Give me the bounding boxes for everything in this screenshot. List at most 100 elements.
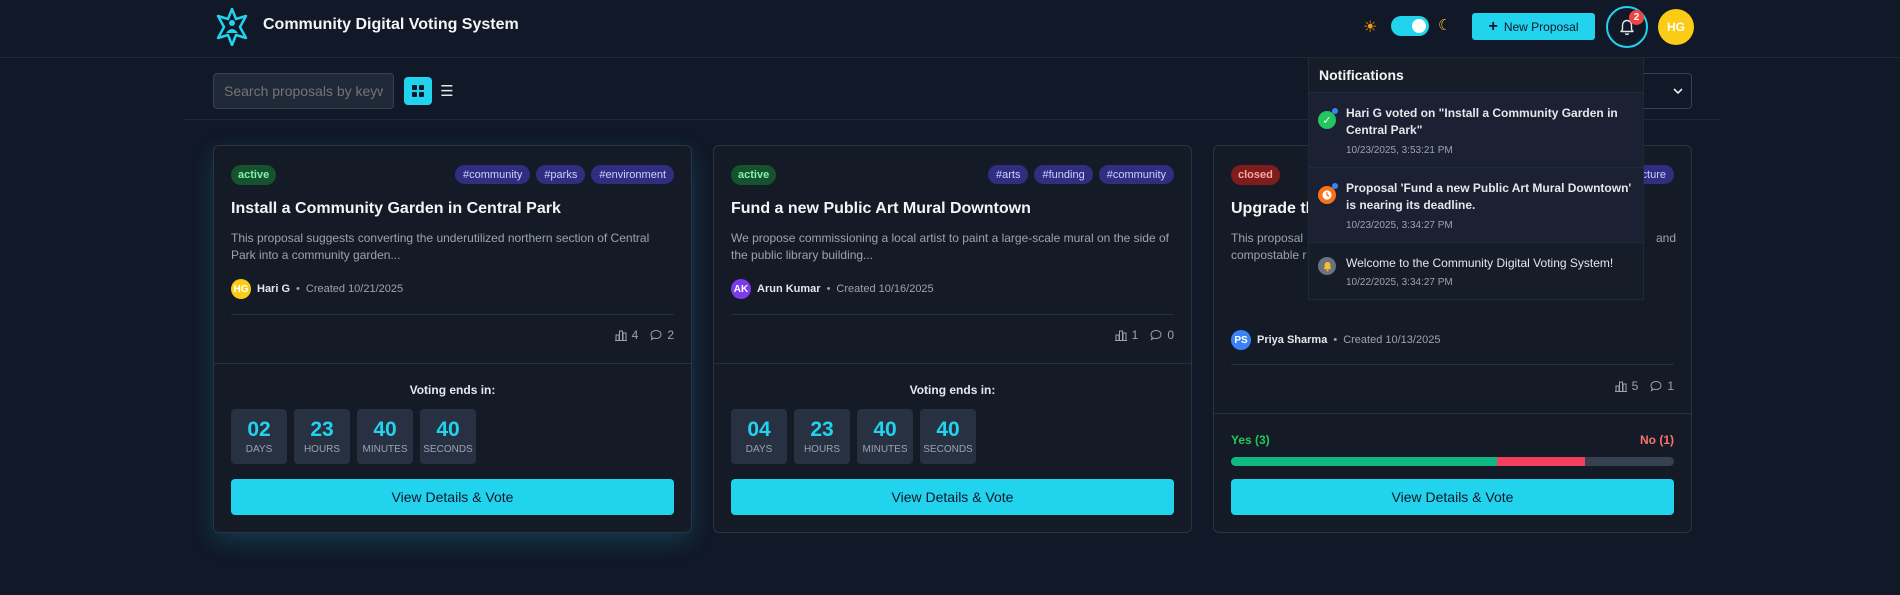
new-proposal-label: New Proposal: [1503, 19, 1579, 34]
sort-select[interactable]: [1640, 73, 1692, 109]
author-avatar: AK: [731, 279, 751, 299]
notifications-panel: Notifications ✓ Hari G voted on "Install…: [1308, 58, 1644, 300]
countdown-unit: HOURS: [803, 444, 841, 455]
no-bar-fill: [1496, 457, 1586, 466]
proposal-title[interactable]: Install a Community Garden in Central Pa…: [231, 200, 561, 218]
created-date: Created 10/21/2025: [305, 283, 404, 295]
countdown-unit: MINUTES: [862, 444, 908, 455]
yes-count: Yes (3): [1231, 433, 1270, 447]
author-avatar: PS: [1231, 330, 1251, 350]
chevron-down-icon: [1673, 88, 1683, 94]
notification-time: 10/23/2025, 3:53:21 PM: [1346, 145, 1453, 156]
tag[interactable]: #community: [1098, 165, 1174, 184]
list-icon: ☰: [440, 83, 454, 100]
comment-count: 0: [1150, 328, 1174, 342]
view-details-vote-button[interactable]: View Details & Vote: [231, 479, 674, 515]
moon-icon: ☾: [1438, 17, 1452, 34]
new-proposal-button[interactable]: + New Proposal: [1472, 13, 1595, 40]
notification-item[interactable]: Proposal 'Fund a new Public Art Mural Do…: [1309, 167, 1643, 242]
status-badge: closed: [1231, 165, 1280, 185]
app-logo-icon[interactable]: [215, 8, 249, 46]
tag-list: #arts #funding #community: [988, 165, 1174, 184]
unread-dot: [1332, 183, 1338, 189]
countdown-value: 02: [247, 418, 271, 441]
notification-count-badge: 2: [1629, 10, 1644, 25]
proposal-meta: PS Priya Sharma • Created 10/13/2025: [1231, 330, 1440, 350]
app-header: Community Digital Voting System ☀ ☾ + Ne…: [0, 0, 1900, 58]
plus-icon: +: [1488, 17, 1498, 35]
user-avatar[interactable]: HG: [1658, 9, 1694, 45]
proposal-title[interactable]: Fund a new Public Art Mural Downtown: [731, 200, 1031, 218]
notification-time: 10/23/2025, 3:34:27 PM: [1346, 220, 1453, 231]
view-details-vote-button[interactable]: View Details & Vote: [731, 479, 1174, 515]
card-section-divider: [714, 363, 1191, 364]
comment-count-value: 1: [1667, 379, 1674, 393]
tag[interactable]: #parks: [536, 165, 586, 184]
countdown-days: 04 DAYS: [731, 409, 787, 464]
vote-count: 5: [1614, 379, 1639, 393]
card-divider: [231, 314, 674, 315]
countdown-value: 40: [936, 418, 960, 441]
created-date: Created 10/16/2025: [836, 283, 934, 295]
grid-view-button[interactable]: [404, 77, 432, 105]
list-view-button[interactable]: ☰: [433, 77, 461, 105]
author-name: Priya Sharma: [1257, 334, 1328, 346]
status-badge: active: [231, 165, 277, 185]
notification-item[interactable]: ✓ Hari G voted on "Install a Community G…: [1309, 92, 1643, 167]
search-input[interactable]: [213, 73, 394, 109]
tag[interactable]: #funding: [1034, 165, 1093, 184]
bar-chart-icon: [614, 330, 627, 341]
status-badge: active: [731, 165, 777, 185]
proposal-title[interactable]: Upgrade th: [1231, 200, 1315, 218]
countdown-unit: SECONDS: [923, 444, 973, 455]
vote-count-value: 5: [1631, 379, 1639, 393]
yes-bar-fill: [1231, 457, 1497, 466]
countdown-value: 40: [373, 418, 397, 441]
comment-count-value: 0: [1167, 328, 1174, 342]
view-details-vote-button[interactable]: View Details & Vote: [1231, 479, 1674, 515]
card-divider: [731, 314, 1174, 315]
vote-count: 4: [614, 328, 638, 342]
bar-chart-icon: [1114, 330, 1127, 341]
proposal-stats: 1 0: [1114, 328, 1174, 342]
created-date: Created 10/13/2025: [1343, 334, 1441, 346]
meta-separator: •: [826, 283, 831, 295]
vote-count: 1: [1114, 328, 1139, 342]
meta-separator: •: [296, 283, 300, 295]
theme-toggle[interactable]: [1391, 16, 1429, 36]
meta-separator: •: [1333, 334, 1338, 346]
notification-time: 10/22/2025, 3:34:27 PM: [1346, 277, 1453, 288]
no-count: No (1): [1640, 433, 1674, 447]
countdown: 02 DAYS 23 HOURS 40 MINUTES 40 SECONDS: [231, 409, 476, 464]
tag[interactable]: #arts: [988, 165, 1029, 184]
notification-item[interactable]: Welcome to the Community Digital Voting …: [1309, 242, 1643, 299]
card-divider: [1231, 364, 1674, 365]
proposal-card: active #arts #funding #community Fund a …: [713, 145, 1192, 533]
countdown-hours: 23 HOURS: [294, 409, 350, 464]
comment-icon: [650, 329, 662, 341]
toggle-knob: [1412, 19, 1426, 33]
app-title: Community Digital Voting System: [263, 16, 519, 33]
tag[interactable]: #community: [455, 165, 531, 184]
author-avatar: HG: [231, 279, 251, 299]
countdown-hours: 23 HOURS: [794, 409, 850, 464]
comment-count-value: 2: [667, 328, 674, 342]
countdown-seconds: 40 SECONDS: [920, 409, 976, 464]
countdown-value: 40: [873, 418, 897, 441]
proposal-meta: AK Arun Kumar • Created 10/16/2025: [731, 279, 934, 299]
countdown-minutes: 40 MINUTES: [357, 409, 413, 464]
voting-ends-label: Voting ends in:: [909, 383, 996, 397]
description-text: and: [1655, 231, 1676, 245]
proposal-meta: HG Hari G • Created 10/21/2025: [231, 279, 403, 299]
tag[interactable]: #environment: [591, 165, 674, 184]
countdown-days: 02 DAYS: [231, 409, 287, 464]
countdown-seconds: 40 SECONDS: [420, 409, 476, 464]
vote-count-value: 1: [1131, 328, 1139, 342]
voting-ends-label: Voting ends in:: [409, 383, 496, 397]
countdown-value: 40: [436, 418, 460, 441]
bell-icon: [1318, 257, 1336, 275]
proposal-stats: 5 1: [1614, 379, 1674, 393]
countdown-unit: SECONDS: [423, 444, 473, 455]
countdown: 04 DAYS 23 HOURS 40 MINUTES 40 SECONDS: [731, 409, 976, 464]
description-text: This proposal: [1231, 231, 1304, 245]
